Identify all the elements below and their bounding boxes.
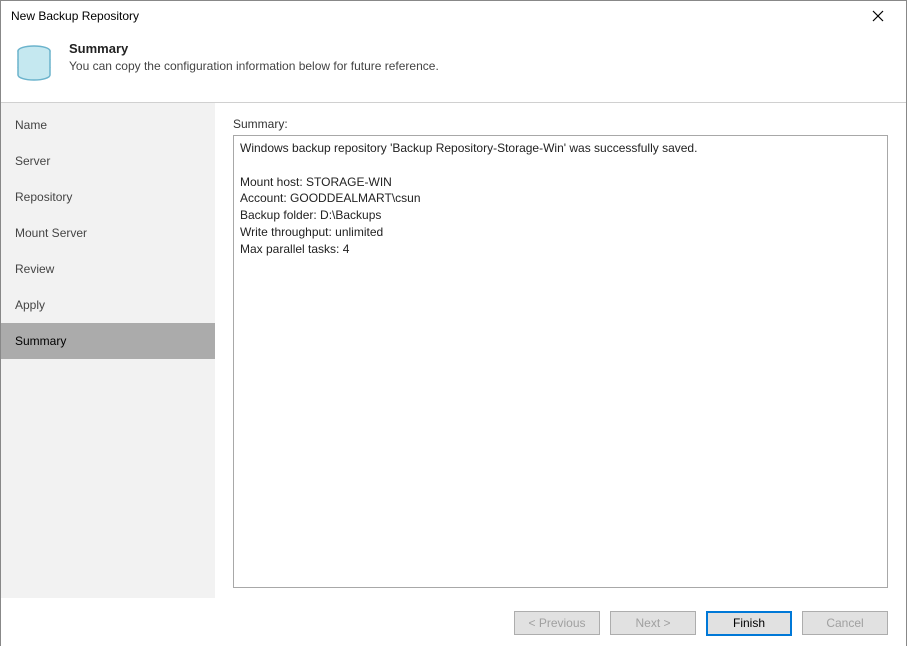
wizard-footer: < Previous Next > Finish Cancel	[1, 598, 906, 648]
wizard-content: Name Server Repository Mount Server Revi…	[1, 103, 906, 598]
finish-button[interactable]: Finish	[706, 611, 792, 636]
titlebar: New Backup Repository	[1, 1, 906, 31]
sidebar-item-repository[interactable]: Repository	[1, 179, 215, 215]
wizard-steps-sidebar: Name Server Repository Mount Server Revi…	[1, 103, 215, 598]
sidebar-item-name[interactable]: Name	[1, 107, 215, 143]
summary-label: Summary:	[233, 117, 888, 131]
cancel-button: Cancel	[802, 611, 888, 635]
database-icon	[13, 41, 55, 86]
next-button: Next >	[610, 611, 696, 635]
close-icon	[872, 10, 884, 22]
sidebar-item-mount-server[interactable]: Mount Server	[1, 215, 215, 251]
window-title: New Backup Repository	[11, 9, 139, 23]
sidebar-item-server[interactable]: Server	[1, 143, 215, 179]
summary-textbox[interactable]: Windows backup repository 'Backup Reposi…	[233, 135, 888, 588]
header-title: Summary	[69, 41, 439, 56]
sidebar-item-review[interactable]: Review	[1, 251, 215, 287]
sidebar-item-apply[interactable]: Apply	[1, 287, 215, 323]
wizard-header: Summary You can copy the configuration i…	[1, 31, 906, 103]
main-panel: Summary: Windows backup repository 'Back…	[215, 103, 906, 598]
close-button[interactable]	[858, 2, 898, 30]
sidebar-item-summary[interactable]: Summary	[1, 323, 215, 359]
previous-button: < Previous	[514, 611, 600, 635]
header-subtitle: You can copy the configuration informati…	[69, 59, 439, 73]
